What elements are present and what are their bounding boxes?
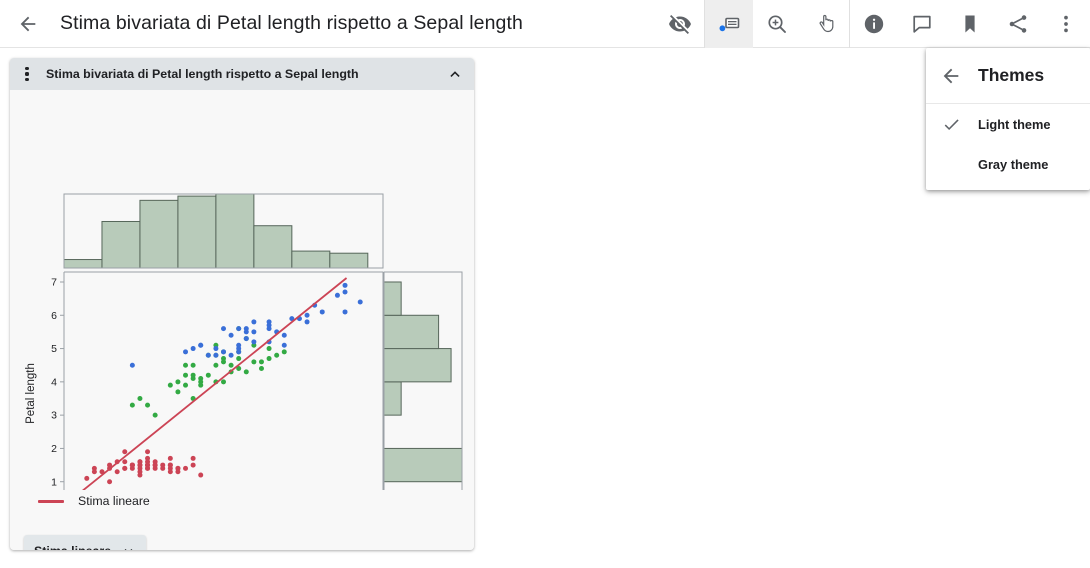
- legend-label: Stima lineare: [78, 494, 150, 508]
- chart-legend: Stima lineare: [38, 494, 150, 508]
- arrow-left-icon: [17, 13, 39, 35]
- svg-text:6: 6: [51, 310, 57, 322]
- top-toolbar: Stima bivariata di Petal length rispetto…: [0, 0, 1090, 48]
- hide-button[interactable]: [656, 0, 704, 48]
- share-icon: [1006, 12, 1030, 36]
- card-menu-button[interactable]: [18, 67, 36, 82]
- toolbar-group-visibility: [656, 0, 704, 48]
- hide-icon: [668, 12, 692, 36]
- check-icon: [942, 115, 961, 134]
- svg-text:Petal length: Petal length: [25, 363, 37, 424]
- themes-back-button[interactable]: [936, 61, 966, 91]
- svg-text:5: 5: [51, 343, 57, 355]
- back-button[interactable]: [8, 4, 48, 44]
- chart-svg: 0123456745678Sepal lengthPetal length: [10, 90, 474, 490]
- card-body: 0123456745678Sepal lengthPetal length St…: [10, 90, 474, 550]
- svg-text:7: 7: [51, 277, 57, 289]
- toolbar-group-tools: [705, 0, 849, 48]
- zoom-button[interactable]: [753, 0, 801, 48]
- series-selector-chip[interactable]: Stima lineare: [24, 535, 146, 550]
- menu-item-gray-theme[interactable]: Gray theme: [926, 144, 1090, 184]
- annotate-icon: [717, 12, 741, 36]
- app-root: Stima bivariata di Petal length rispetto…: [0, 0, 1090, 568]
- info-button[interactable]: [850, 0, 898, 48]
- toolbar-group-actions: [850, 0, 1090, 48]
- pan-hand-icon: [813, 12, 837, 36]
- comment-button[interactable]: [898, 0, 946, 48]
- chevron-down-icon: [121, 544, 136, 551]
- bivariate-chart[interactable]: 0123456745678Sepal lengthPetal length: [10, 90, 474, 490]
- annotate-button[interactable]: [705, 0, 753, 48]
- info-icon: [862, 12, 886, 36]
- zoom-in-icon: [765, 12, 789, 36]
- more-vert-icon: [1054, 12, 1078, 36]
- more-vert-icon-dot: [25, 67, 28, 70]
- chart-card: Stima bivariata di Petal length rispetto…: [10, 58, 474, 550]
- share-button[interactable]: [994, 0, 1042, 48]
- svg-text:3: 3: [51, 410, 57, 422]
- svg-text:1: 1: [51, 476, 57, 488]
- themes-menu: Themes Light theme Gray theme: [926, 48, 1090, 190]
- more-options-button[interactable]: [1042, 0, 1090, 48]
- legend-line-swatch: [38, 500, 64, 503]
- arrow-left-icon: [940, 65, 962, 87]
- light-theme-check: [936, 115, 966, 134]
- svg-text:2: 2: [51, 443, 57, 455]
- themes-menu-header: Themes: [926, 48, 1090, 104]
- bookmark-button[interactable]: [946, 0, 994, 48]
- themes-menu-title: Themes: [978, 65, 1044, 86]
- menu-item-label: Gray theme: [978, 157, 1048, 172]
- pan-button[interactable]: [801, 0, 849, 48]
- chevron-up-icon: [446, 65, 464, 83]
- menu-item-light-theme[interactable]: Light theme: [926, 104, 1090, 144]
- series-chip-label: Stima lineare: [34, 544, 111, 550]
- menu-item-label: Light theme: [978, 117, 1051, 132]
- card-title: Stima bivariata di Petal length rispetto…: [46, 67, 359, 81]
- collapse-card-button[interactable]: [444, 63, 466, 85]
- bookmark-icon: [958, 12, 982, 36]
- card-header: Stima bivariata di Petal length rispetto…: [10, 58, 474, 90]
- svg-text:4: 4: [51, 376, 57, 388]
- page-title: Stima bivariata di Petal length rispetto…: [60, 12, 523, 35]
- more-vert-icon-dot: [25, 78, 28, 81]
- more-vert-icon-dot: [25, 72, 28, 75]
- comment-icon: [910, 12, 934, 36]
